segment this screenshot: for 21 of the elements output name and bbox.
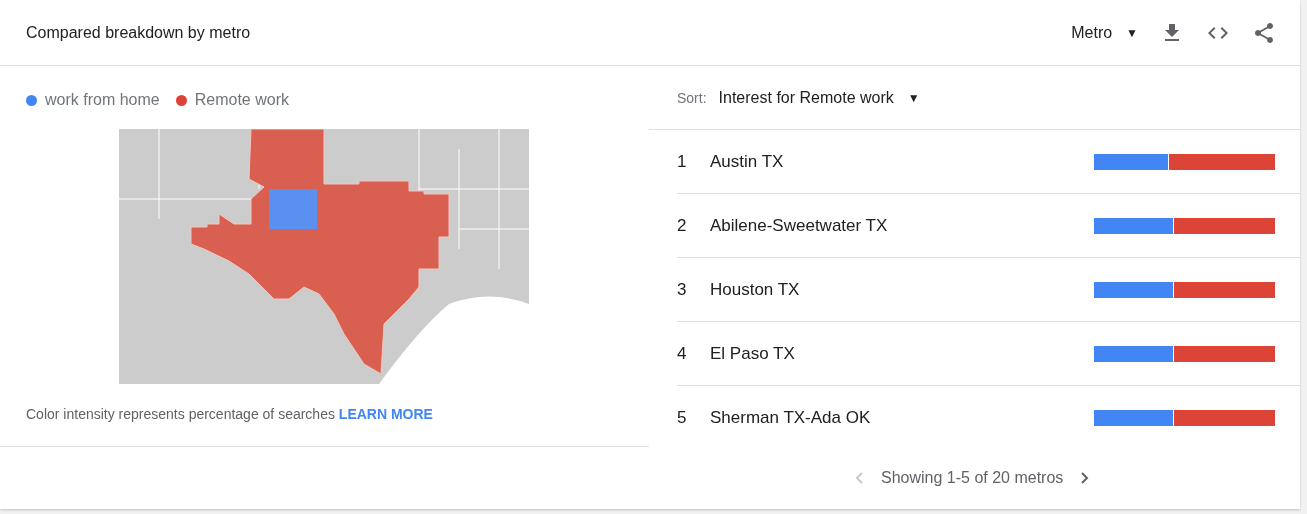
- share-icon[interactable]: [1252, 20, 1276, 45]
- metro-dropdown[interactable]: Metro ▼: [1071, 23, 1138, 42]
- sort-dropdown[interactable]: Interest for Remote work ▼: [718, 88, 920, 107]
- metro-name[interactable]: Sherman TX-Ada OK: [710, 407, 1094, 428]
- rank-number: 2: [677, 215, 688, 236]
- card-title: Compared breakdown by metro: [26, 23, 251, 42]
- sort-label: Sort:: [677, 89, 707, 106]
- legend-label: Remote work: [194, 91, 289, 109]
- metro-name[interactable]: Houston TX: [710, 279, 1094, 300]
- metro-name[interactable]: Austin TX: [710, 151, 1094, 172]
- metro-name[interactable]: Abilene-Sweetwater TX: [710, 215, 1094, 236]
- legend-label: work from home: [45, 91, 160, 109]
- learn-more-link[interactable]: LEARN MORE: [338, 406, 433, 422]
- pagination-text: Showing 1-5 of 20 metros: [881, 469, 1064, 487]
- map-caption: Color intensity represents percentage of searches LEARN MORE: [25, 405, 434, 422]
- rank-number: 4: [677, 343, 688, 364]
- rank-number: 5: [677, 407, 688, 428]
- next-page-icon[interactable]: [1081, 472, 1090, 484]
- rank-number: 3: [677, 279, 688, 300]
- rank-number: 1: [677, 151, 688, 172]
- metro-name[interactable]: El Paso TX: [710, 343, 1094, 364]
